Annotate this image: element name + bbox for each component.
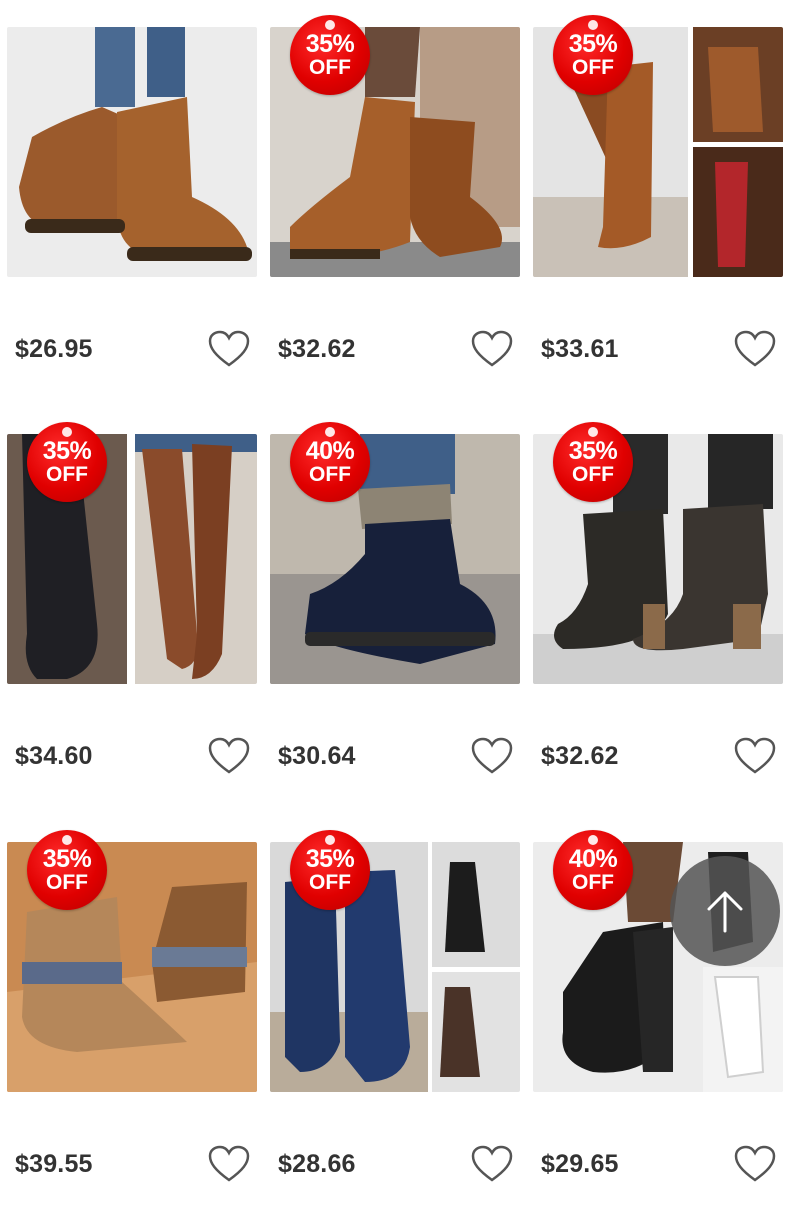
- arrow-up-icon: [707, 891, 743, 933]
- product-card[interactable]: 35% OFF $32.62: [533, 422, 783, 814]
- tag-hole-icon: [588, 427, 598, 437]
- heart-icon[interactable]: [207, 736, 251, 776]
- discount-badge: 35% OFF: [27, 422, 107, 502]
- heart-icon[interactable]: [207, 329, 251, 369]
- tag-hole-icon: [325, 427, 335, 437]
- discount-badge: 35% OFF: [553, 422, 633, 502]
- product-card[interactable]: 35% OFF $28.66: [270, 830, 520, 1222]
- tag-hole-icon: [325, 835, 335, 845]
- product-price: $28.66: [278, 1150, 356, 1178]
- heart-icon[interactable]: [733, 1144, 777, 1184]
- tag-hole-icon: [62, 835, 72, 845]
- tag-hole-icon: [325, 20, 335, 30]
- tag-hole-icon: [588, 20, 598, 30]
- product-card[interactable]: 35% OFF $32.62: [270, 15, 520, 407]
- discount-badge: 40% OFF: [553, 830, 633, 910]
- discount-badge: 35% OFF: [27, 830, 107, 910]
- discount-off-label: OFF: [309, 463, 351, 486]
- discount-off-label: OFF: [46, 463, 88, 486]
- product-price: $39.55: [15, 1150, 93, 1178]
- product-price: $34.60: [15, 742, 93, 770]
- discount-badge: 35% OFF: [290, 15, 370, 95]
- tag-hole-icon: [62, 427, 72, 437]
- product-price: $33.61: [541, 335, 619, 363]
- discount-off-label: OFF: [309, 56, 351, 79]
- product-card[interactable]: 35% OFF $39.55: [7, 830, 257, 1222]
- discount-off-label: OFF: [572, 871, 614, 894]
- discount-off-label: OFF: [572, 463, 614, 486]
- product-card[interactable]: 35% OFF $33.61: [533, 15, 783, 407]
- heart-icon[interactable]: [733, 329, 777, 369]
- heart-icon[interactable]: [470, 329, 514, 369]
- discount-off-label: OFF: [46, 871, 88, 894]
- product-price: $32.62: [278, 335, 356, 363]
- heart-icon[interactable]: [733, 736, 777, 776]
- product-price: $26.95: [15, 335, 93, 363]
- scroll-to-top-button[interactable]: [670, 856, 780, 966]
- heart-icon[interactable]: [207, 1144, 251, 1184]
- discount-badge: 35% OFF: [290, 830, 370, 910]
- product-card[interactable]: $26.95: [7, 27, 257, 407]
- discount-off-label: OFF: [572, 56, 614, 79]
- product-price: $30.64: [278, 742, 356, 770]
- heart-icon[interactable]: [470, 1144, 514, 1184]
- discount-off-label: OFF: [309, 871, 351, 894]
- product-card[interactable]: 35% OFF $34.60: [7, 422, 257, 814]
- discount-badge: 40% OFF: [290, 422, 370, 502]
- tag-hole-icon: [588, 835, 598, 845]
- product-image[interactable]: [7, 27, 257, 277]
- product-price: $32.62: [541, 742, 619, 770]
- product-price: $29.65: [541, 1150, 619, 1178]
- product-card[interactable]: 40% OFF $30.64: [270, 422, 520, 814]
- discount-badge: 35% OFF: [553, 15, 633, 95]
- heart-icon[interactable]: [470, 736, 514, 776]
